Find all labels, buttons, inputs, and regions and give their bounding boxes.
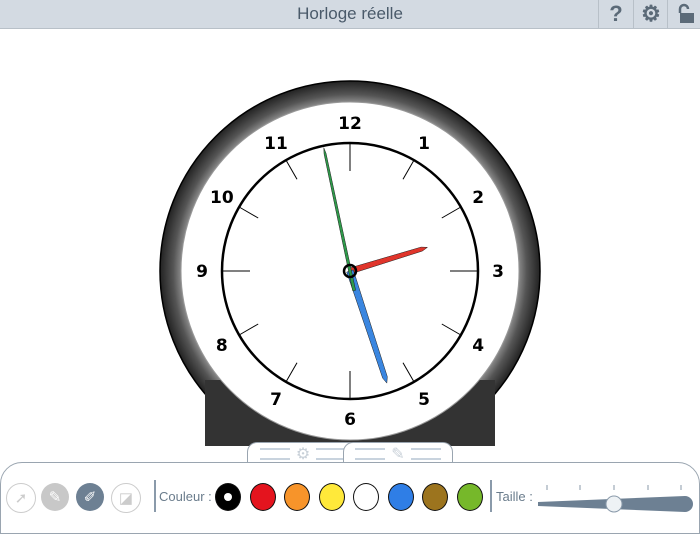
- clock-number: 5: [418, 390, 430, 410]
- analog-clock: 121234567891011: [159, 80, 541, 446]
- clock-number: 11: [264, 134, 288, 154]
- gear-icon: ⚙: [295, 446, 311, 463]
- color-label: Couleur :: [159, 489, 212, 504]
- divider: [490, 480, 492, 512]
- eraser-tool[interactable]: ◪: [111, 483, 141, 513]
- color-swatch[interactable]: [215, 483, 241, 511]
- marker-tool[interactable]: ✐: [76, 483, 104, 511]
- clock-number: 1: [418, 134, 430, 154]
- clock-number: 8: [216, 336, 228, 356]
- pointer-tool[interactable]: ➚: [6, 483, 36, 513]
- clock-number: 6: [344, 410, 356, 430]
- size-label: Taille :: [496, 489, 533, 504]
- selected-indicator: [224, 492, 232, 501]
- clock-number: 2: [472, 188, 484, 208]
- color-swatch[interactable]: [318, 483, 345, 511]
- clock-number: 10: [210, 188, 234, 208]
- color-swatch[interactable]: [422, 483, 448, 511]
- color-swatch[interactable]: [456, 483, 483, 511]
- color-swatch[interactable]: [249, 483, 276, 511]
- size-slider[interactable]: [535, 480, 695, 516]
- pencil-tool[interactable]: ✎: [41, 483, 69, 511]
- color-swatch[interactable]: [284, 483, 310, 511]
- clock-number: 3: [492, 262, 504, 282]
- clock-number: 12: [338, 114, 362, 134]
- clock-number: 7: [270, 390, 282, 410]
- slider-thumb[interactable]: [605, 495, 623, 513]
- color-swatch[interactable]: [353, 483, 379, 511]
- eraser-icon: ◪: [118, 490, 134, 507]
- pencil-icon: ✎: [48, 489, 62, 506]
- clock-number: 9: [196, 262, 208, 282]
- clock-number: 4: [472, 336, 484, 356]
- color-swatch[interactable]: [387, 483, 414, 511]
- cursor-icon: ➚: [14, 490, 28, 507]
- marker-icon: ✐: [83, 489, 97, 506]
- divider: [154, 480, 156, 512]
- pencil-icon: ✎: [391, 446, 405, 463]
